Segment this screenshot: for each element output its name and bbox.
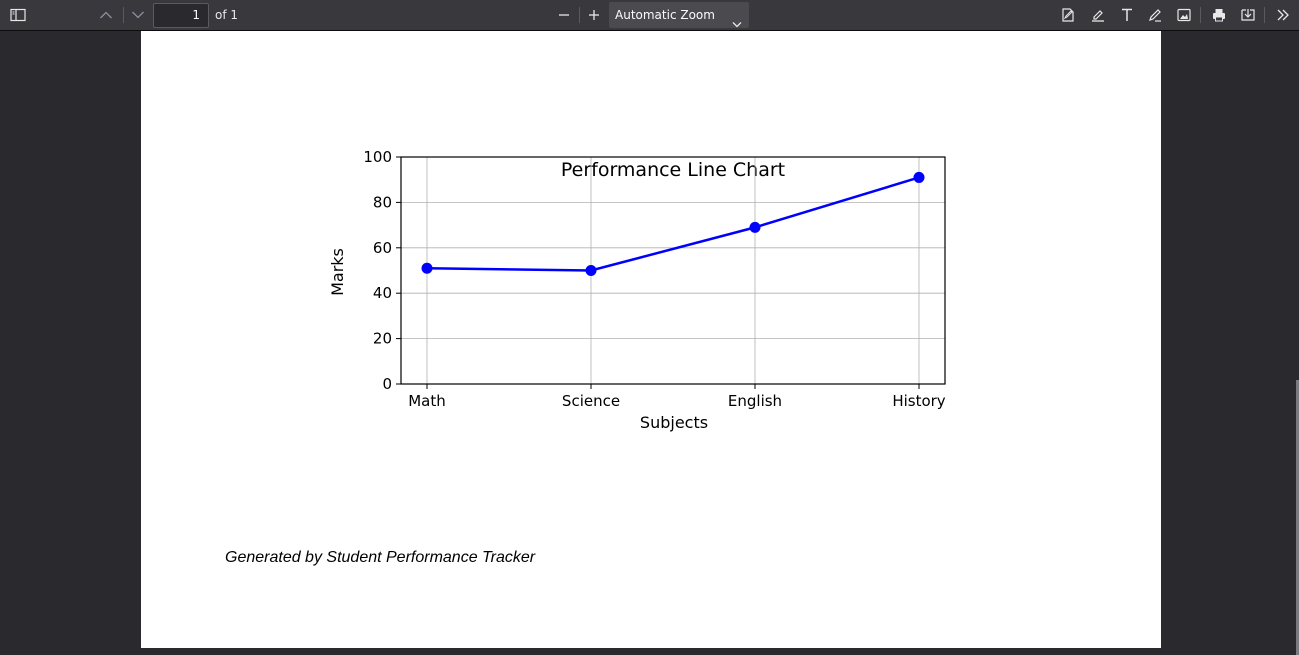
x-tick-label: English [728, 392, 782, 410]
page-number-input[interactable]: 1 [153, 3, 209, 28]
line-chart: Performance Line Chart Marks Subjects 0 2… [328, 148, 946, 432]
series-line [426, 176, 920, 272]
next-page-icon[interactable] [126, 4, 150, 26]
save-icon[interactable] [1236, 4, 1260, 26]
more-tools-icon[interactable] [1271, 4, 1295, 26]
data-point [749, 221, 761, 233]
sidebar-toggle-icon[interactable] [6, 4, 30, 26]
y-tick-label: 60 [373, 239, 392, 257]
x-axis-label: Subjects [640, 413, 708, 432]
y-axis-label: Marks [328, 248, 347, 296]
add-signature-icon[interactable] [1056, 4, 1080, 26]
x-tick-label: History [892, 392, 945, 410]
draw-icon[interactable] [1143, 4, 1167, 26]
y-tick-label: 100 [363, 148, 392, 166]
text-tool-icon[interactable] [1115, 4, 1139, 26]
previous-page-icon[interactable] [94, 4, 118, 26]
y-tick-label: 0 [382, 375, 392, 393]
print-icon[interactable] [1207, 4, 1231, 26]
highlight-icon[interactable] [1086, 4, 1110, 26]
toolbar-separator [1264, 7, 1265, 23]
toolbar-separator [123, 7, 124, 23]
plot-frame [400, 156, 946, 385]
y-tick-label: 80 [373, 193, 392, 211]
zoom-in-icon[interactable] [582, 4, 606, 26]
add-image-icon[interactable] [1172, 4, 1196, 26]
toolbar-separator [1200, 7, 1201, 23]
x-tick-label: Science [562, 392, 620, 410]
footer-text: Generated by Student Performance Tracker [225, 549, 536, 566]
page-count-label: of 1 [215, 8, 239, 22]
data-point [585, 265, 597, 276]
y-tick-label: 20 [373, 330, 392, 348]
zoom-select[interactable]: Automatic Zoom [609, 2, 749, 28]
data-point [421, 262, 433, 274]
pdf-toolbar: 1 of 1 Automatic Zoom [0, 0, 1299, 31]
data-point [913, 171, 925, 183]
pdf-page: Performance Line Chart Marks Subjects 0 2… [141, 31, 1161, 648]
zoom-select-label: Automatic Zoom [615, 8, 715, 22]
zoom-out-icon[interactable] [552, 4, 576, 26]
chart-title: Performance Line Chart [561, 159, 785, 181]
x-tick-label: Math [408, 392, 446, 410]
toolbar-separator [579, 7, 580, 23]
y-tick-label: 40 [373, 284, 392, 302]
